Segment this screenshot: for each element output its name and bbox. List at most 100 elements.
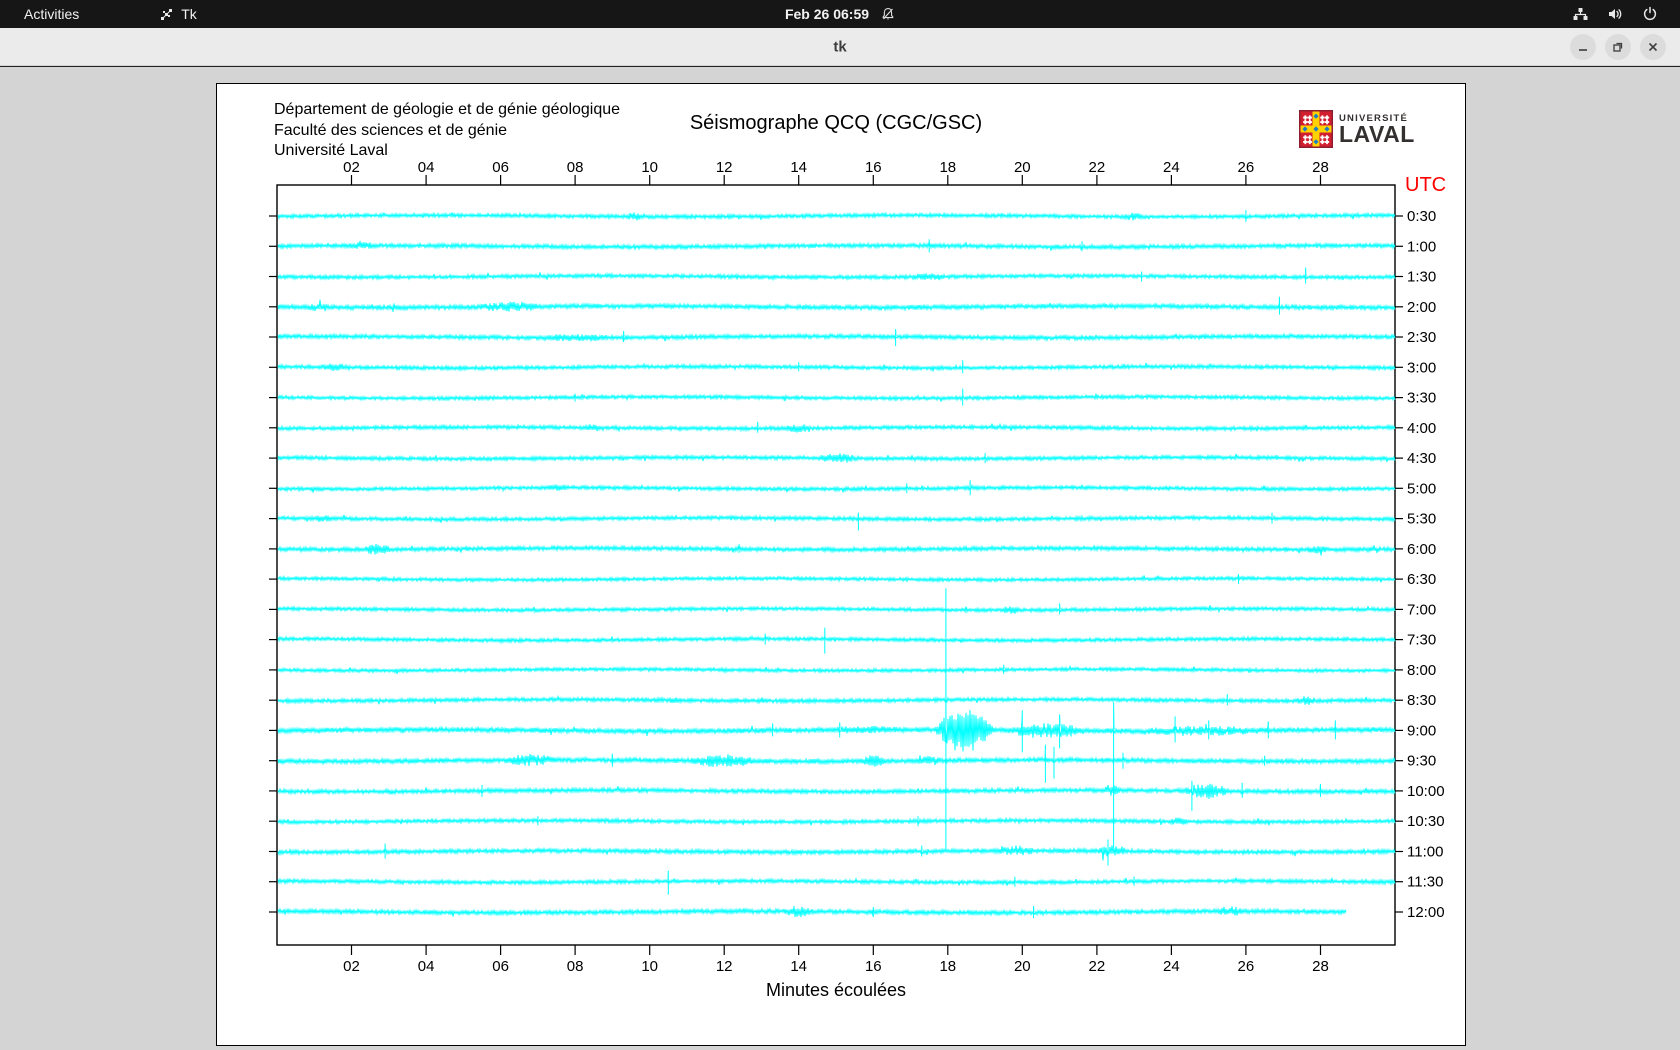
x-tick-label-top: 16 bbox=[865, 159, 882, 176]
seismogram-trace bbox=[277, 905, 1347, 918]
x-tick-label-bottom: 10 bbox=[641, 958, 658, 975]
activities-label: Activities bbox=[24, 6, 80, 22]
x-tick-label-top: 06 bbox=[492, 159, 509, 176]
seismogram-trace bbox=[277, 360, 1396, 374]
trace-time-label: 11:30 bbox=[1407, 874, 1443, 891]
minimize-icon bbox=[1579, 49, 1587, 51]
trace-time-label: 5:30 bbox=[1407, 511, 1436, 528]
clock-label: Feb 26 06:59 bbox=[784, 6, 870, 22]
power-icon bbox=[1642, 6, 1658, 22]
seismogram-trace bbox=[277, 421, 1396, 433]
x-tick-label-top: 04 bbox=[418, 159, 435, 176]
seismogram-trace bbox=[277, 328, 1396, 346]
x-tick-label-top: 20 bbox=[1014, 159, 1031, 176]
app-name-label: Tk bbox=[181, 6, 197, 22]
x-tick-label-bottom: 24 bbox=[1163, 958, 1180, 975]
seismogram-trace bbox=[277, 839, 1396, 866]
x-tick-label-top: 14 bbox=[790, 159, 807, 176]
trace-time-label: 7:00 bbox=[1407, 601, 1436, 618]
seismogram-trace bbox=[277, 694, 1396, 706]
clock-area[interactable]: Feb 26 06:59 bbox=[785, 0, 895, 28]
window-controls bbox=[1570, 34, 1666, 60]
trace-time-label: 2:30 bbox=[1407, 329, 1436, 346]
tk-app-icon bbox=[159, 7, 174, 22]
notifications-muted-icon bbox=[881, 7, 895, 21]
trace-time-label: 3:30 bbox=[1407, 390, 1436, 407]
restore-button[interactable] bbox=[1605, 34, 1631, 60]
x-tick-label-bottom: 12 bbox=[716, 958, 733, 975]
trace-time-label: 0:30 bbox=[1407, 208, 1436, 225]
seismogram-trace bbox=[277, 480, 1396, 496]
seismogram-trace bbox=[277, 603, 1396, 615]
seismogram-trace bbox=[277, 627, 1396, 654]
seismogram-trace bbox=[277, 870, 1396, 895]
system-status-area[interactable] bbox=[1572, 0, 1680, 28]
x-tick-label-bottom: 04 bbox=[418, 958, 435, 975]
trace-time-label: 12:00 bbox=[1407, 904, 1445, 921]
x-tick-label-bottom: 18 bbox=[939, 958, 956, 975]
trace-time-label: 3:00 bbox=[1407, 359, 1436, 376]
trace-time-label: 9:30 bbox=[1407, 753, 1436, 770]
top-bar-left: Activities Tk bbox=[0, 0, 197, 28]
trace-time-label: 4:00 bbox=[1407, 420, 1436, 437]
minimize-button[interactable] bbox=[1570, 34, 1596, 60]
x-tick-label-bottom: 20 bbox=[1014, 958, 1031, 975]
trace-time-label: 4:30 bbox=[1407, 450, 1436, 467]
seismogram-trace bbox=[277, 388, 1396, 406]
trace-time-label: 8:30 bbox=[1407, 692, 1436, 709]
trace-time-label: 10:30 bbox=[1407, 813, 1445, 830]
gnome-top-bar: Activities Tk Feb 26 06:59 bbox=[0, 0, 1680, 28]
x-tick-label-top: 08 bbox=[567, 159, 584, 176]
trace-time-label: 5:00 bbox=[1407, 480, 1436, 497]
x-tick-label-bottom: 08 bbox=[567, 958, 584, 975]
close-icon bbox=[1648, 42, 1658, 52]
x-axis-title: Minutes écoulées bbox=[765, 980, 907, 1000]
x-tick-label-bottom: 26 bbox=[1238, 958, 1255, 975]
x-tick-label-top: 12 bbox=[716, 159, 733, 176]
seismogram-trace bbox=[277, 209, 1396, 222]
seismogram-plot: 02 02 04 04 06 06 08 08 10 10 12 12 14 14 16 16 18 18 20 20… bbox=[269, 159, 1445, 975]
trace-time-label: 8:00 bbox=[1407, 662, 1436, 679]
x-tick-label-bottom: 06 bbox=[492, 958, 509, 975]
trace-time-label: 6:00 bbox=[1407, 541, 1436, 558]
seismogram-trace bbox=[277, 588, 1396, 851]
network-wired-icon bbox=[1572, 6, 1589, 22]
window-title: tk bbox=[833, 38, 847, 55]
close-button[interactable] bbox=[1640, 34, 1666, 60]
seismogram-trace bbox=[277, 543, 1396, 556]
volume-icon bbox=[1607, 6, 1624, 22]
seismogram-trace bbox=[277, 744, 1396, 783]
x-tick-label-bottom: 22 bbox=[1089, 958, 1106, 975]
seismogram-trace bbox=[277, 267, 1396, 284]
trace-time-label: 11:00 bbox=[1407, 844, 1443, 861]
focused-app-indicator[interactable]: Tk bbox=[159, 0, 197, 28]
x-tick-label-top: 18 bbox=[939, 159, 956, 176]
seismogram-trace bbox=[277, 574, 1396, 585]
trace-time-label: 7:30 bbox=[1407, 632, 1436, 649]
seismograph-canvas: Département de géologie et de génie géol… bbox=[216, 83, 1466, 1046]
x-tick-label-bottom: 02 bbox=[343, 958, 360, 975]
seismogram-trace bbox=[277, 664, 1396, 675]
trace-time-label: 1:30 bbox=[1407, 269, 1436, 286]
restore-icon bbox=[1613, 42, 1623, 52]
tk-window-content: Département de géologie et de génie géol… bbox=[0, 67, 1680, 1050]
seismogram-trace bbox=[277, 816, 1396, 827]
x-tick-label-bottom: 14 bbox=[790, 958, 807, 975]
seismogram-trace bbox=[277, 453, 1396, 464]
seismogram-trace bbox=[277, 296, 1396, 315]
trace-time-label: 6:30 bbox=[1407, 571, 1436, 588]
x-tick-label-top: 26 bbox=[1238, 159, 1255, 176]
trace-time-label: 9:00 bbox=[1407, 722, 1436, 739]
trace-time-label: 10:00 bbox=[1407, 783, 1445, 800]
x-tick-label-top: 28 bbox=[1312, 159, 1329, 176]
x-tick-label-top: 10 bbox=[641, 159, 658, 176]
seismogram-trace bbox=[277, 512, 1396, 531]
x-tick-label-top: 02 bbox=[343, 159, 360, 176]
trace-time-label: 2:00 bbox=[1407, 299, 1436, 316]
seismogram-trace bbox=[277, 780, 1396, 811]
x-tick-label-top: 22 bbox=[1089, 159, 1106, 176]
plot-border bbox=[276, 184, 1396, 946]
activities-button[interactable]: Activities bbox=[0, 0, 97, 28]
window-titlebar[interactable]: tk bbox=[0, 28, 1680, 66]
seismogram-trace bbox=[277, 239, 1396, 253]
